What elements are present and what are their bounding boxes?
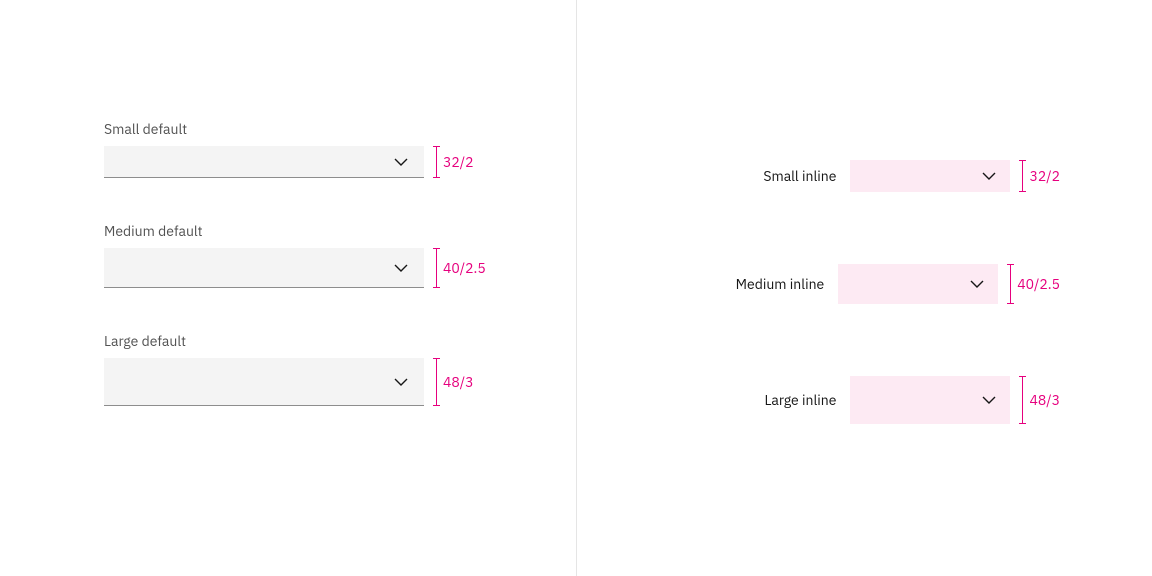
row-large-inline: Large inline 48/3 [577,376,1152,424]
row-small-inline: Small inline 32/2 [577,160,1152,192]
chevron-down-icon [982,396,996,404]
height-indicator: 48/3 [1022,376,1060,424]
measure-text: 40/2.5 [1017,275,1060,293]
default-variant-column: Small default 32/2 Medium default [0,0,576,576]
dropdown-medium-default[interactable] [104,248,424,288]
row-large-default: Large default 48/3 [104,332,496,406]
chevron-down-icon [394,378,408,386]
measure-text: 32/2 [1029,167,1060,185]
height-indicator: 32/2 [1022,160,1060,192]
height-indicator: 40/2.5 [1010,264,1060,304]
dropdown-large-inline[interactable] [850,376,1010,424]
chevron-down-icon [394,158,408,166]
dropdown-small-inline[interactable] [850,160,1010,192]
measure-text: 48/3 [1029,391,1060,409]
label-medium-inline: Medium inline [736,275,825,293]
dropdown-large-default[interactable] [104,358,424,406]
label-small-inline: Small inline [763,167,836,185]
height-indicator: 40/2.5 [436,248,486,288]
measure-text: 40/2.5 [443,259,486,277]
chevron-down-icon [982,172,996,180]
label-large-inline: Large inline [764,391,836,409]
label-large-default: Large default [104,332,496,350]
height-indicator: 32/2 [436,146,474,178]
label-small-default: Small default [104,120,496,138]
measure-text: 32/2 [443,153,474,171]
height-indicator: 48/3 [436,358,474,406]
chevron-down-icon [394,264,408,272]
chevron-down-icon [970,280,984,288]
dropdown-medium-inline[interactable] [838,264,998,304]
dropdown-small-default[interactable] [104,146,424,178]
inline-variant-column: Small inline 32/2 Medium inline 40/2.5 [577,0,1152,576]
row-medium-inline: Medium inline 40/2.5 [577,264,1152,304]
row-medium-default: Medium default 40/2.5 [104,222,496,288]
row-small-default: Small default 32/2 [104,120,496,178]
label-medium-default: Medium default [104,222,496,240]
measure-text: 48/3 [443,373,474,391]
